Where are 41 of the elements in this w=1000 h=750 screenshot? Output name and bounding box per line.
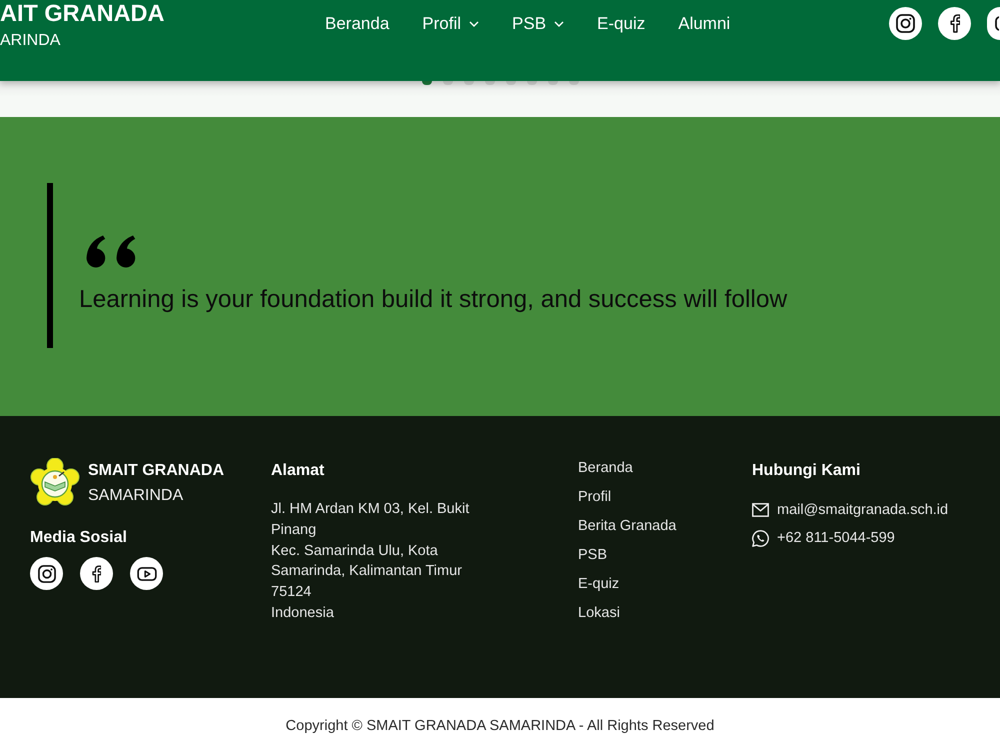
- facebook-icon: [950, 14, 960, 33]
- facebook-icon: [92, 564, 101, 582]
- contact-text: mail@smaitgranada.sch.id: [777, 501, 948, 520]
- social-link[interactable]: [30, 557, 63, 590]
- whatsapp-icon: [752, 530, 769, 546]
- social-link[interactable]: [80, 557, 113, 590]
- address-heading: Alamat: [271, 461, 324, 481]
- footer-link[interactable]: Beranda: [578, 458, 633, 479]
- nav-link[interactable]: Alumni: [678, 12, 730, 36]
- address-text: Jl. HM Ardan KM 03, Kel. Bukit Pinang Kec. Samarinda Ulu, Kota Samarinda, Kalimantan Timur 75124 Indonesia: [271, 500, 470, 623]
- site-subtitle: ARINDA: [0, 31, 60, 51]
- footer-link[interactable]: Profil: [578, 487, 612, 508]
- site-title[interactable]: AIT GRANADA: [0, 0, 164, 26]
- quote-text: Learning is your foundation build it strong, and success will follow: [79, 285, 788, 315]
- chevron-down-icon: [554, 21, 564, 27]
- footer-link[interactable]: Berita Granada: [578, 516, 676, 537]
- instagram-icon: [38, 564, 56, 582]
- footer-link[interactable]: PSB: [578, 545, 608, 566]
- chevron-down-icon: [469, 21, 480, 27]
- school-name: SMAIT GRANADA: [88, 461, 224, 481]
- nav-link[interactable]: PSB: [512, 12, 564, 36]
- youtube-icon: [136, 566, 156, 580]
- instagram-icon: [896, 14, 915, 33]
- footer-link[interactable]: E-quiz: [578, 574, 620, 595]
- emblem-logo: [30, 458, 80, 508]
- copyright-text: Copyright © SMAIT GRANADA SAMARINDA - All Rights Reserved: [286, 717, 714, 736]
- quote-icon: [86, 233, 136, 268]
- social-link[interactable]: [987, 7, 1000, 40]
- social-link[interactable]: [889, 7, 922, 40]
- social-link[interactable]: [938, 7, 971, 40]
- nav-link[interactable]: Beranda: [325, 12, 390, 36]
- youtube-icon: [995, 16, 999, 31]
- nav-link[interactable]: E-quiz: [597, 12, 646, 36]
- mail-icon: [752, 503, 769, 517]
- school-city: SAMARINDA: [88, 486, 184, 506]
- contact-heading: Hubungi Kami: [752, 461, 860, 481]
- social-heading: Media Sosial: [30, 528, 127, 548]
- contact-text: +62 811-5044-599: [777, 529, 895, 548]
- social-link[interactable]: [130, 557, 163, 590]
- nav-link[interactable]: Profil: [422, 12, 480, 36]
- footer-link[interactable]: Lokasi: [578, 603, 620, 624]
